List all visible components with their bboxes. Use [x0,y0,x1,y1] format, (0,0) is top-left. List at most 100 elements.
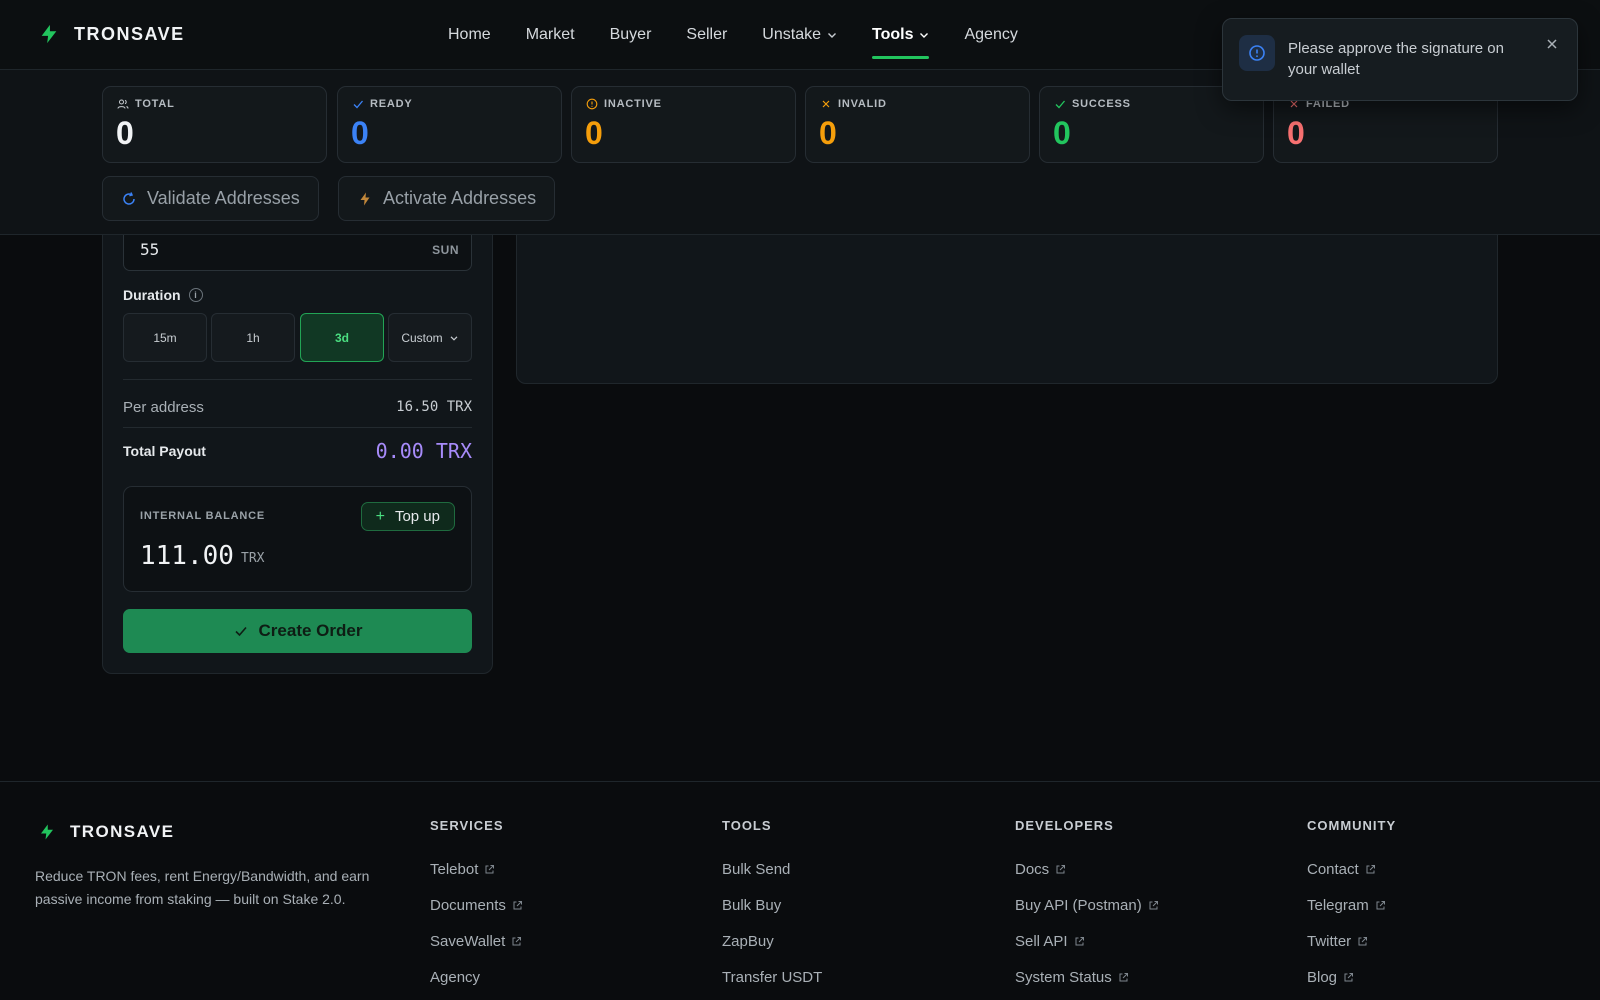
nav-label: Home [448,26,491,43]
nav-seller[interactable]: Seller [686,0,727,70]
bolt-icon [360,192,370,205]
x-icon [822,100,830,108]
external-link-icon [513,900,522,909]
activate-addresses-button[interactable]: Activate Addresses [338,176,556,221]
check-icon [1055,100,1065,109]
brand-logo[interactable]: TRONSAVE [38,22,185,46]
stat-label: INVALID [820,98,887,110]
footer-link-sell-api[interactable]: Sell API [1015,923,1159,959]
link-label: Transfer USDT [722,968,823,986]
nav-buyer[interactable]: Buyer [610,0,652,70]
external-link-icon [1344,972,1354,981]
footer-link-docs[interactable]: Docs [1015,851,1159,887]
external-link-icon [1075,936,1084,945]
link-label: Telebot [430,860,479,878]
footer-link-transfer-usdt[interactable]: Transfer USDT [722,959,822,995]
footer-link-documents[interactable]: Documents [430,887,523,923]
link-label: Bulk Send [722,860,791,878]
button-label: Top up [394,508,440,525]
link-label: Telegram [1307,896,1369,914]
link-label: Docs [1015,860,1050,878]
footer-link-contact[interactable]: Contact [1307,851,1396,887]
stat-label: READY [352,98,413,110]
link-label: Buy API (Postman) [1015,896,1142,914]
custom-label: Custom [401,330,443,345]
stat-label-text: SUCCESS [1072,98,1131,110]
stat-value: 0 [351,115,369,151]
nav-tools[interactable]: Tools [872,0,930,70]
footer-column-title: SERVICES [430,818,504,833]
footer-link-blog[interactable]: Blog [1307,959,1396,995]
footer-link-agency[interactable]: Agency [430,959,523,995]
footer-brand-logo[interactable]: TRONSAVE [38,822,174,842]
validate-addresses-button[interactable]: Validate Addresses [102,176,319,221]
nav-label: Agency [964,26,1018,43]
stat-label-text: TOTAL [135,98,175,110]
toast-message: Please approve the signature on your wal… [1288,40,1504,78]
stat-invalid: INVALID 0 [805,86,1030,163]
footer-column-tools: TOOLS Bulk Send Bulk Buy ZapBuy Transfer… [722,818,822,995]
stat-value: 0 [1053,115,1071,151]
balance-value: 111.00 [140,541,234,571]
external-link-icon [512,936,522,945]
footer-brand-name: TRONSAVE [70,822,175,841]
nav-agency[interactable]: Agency [964,0,1017,70]
internal-balance-card: INTERNAL BALANCE + Top up 111.00 TRX [123,486,472,592]
nav-market[interactable]: Market [526,0,575,70]
chevron-down-icon [450,335,458,341]
plus-icon: + [375,507,385,525]
link-label: SaveWallet [430,932,506,950]
external-link-icon [1149,900,1158,909]
duration-1h-button[interactable]: 1h [211,313,295,362]
stat-label-text: INVALID [838,98,887,110]
create-order-button[interactable]: Create Order [123,609,472,653]
external-link-icon [485,864,495,873]
nav-label: Market [525,26,575,43]
duration-label-text: Duration [123,287,181,303]
stat-label: INACTIVE [586,98,662,110]
close-icon[interactable] [1545,37,1559,51]
external-link-icon [1366,864,1375,873]
nav-home[interactable]: Home [448,0,491,70]
chevron-down-icon [828,33,836,38]
footer-column-services: SERVICES Telebot Documents SaveWallet Ag… [430,818,523,995]
nav-unstake[interactable]: Unstake [762,0,837,70]
stat-label-text: INACTIVE [604,98,662,110]
info-icon[interactable]: i [188,288,203,302]
stat-total: TOTAL 0 [102,86,327,163]
duration-3d-button[interactable]: 3d [300,313,384,362]
stat-inactive: INACTIVE 0 [571,86,796,163]
link-label: ZapBuy [722,932,774,950]
footer-link-zapbuy[interactable]: ZapBuy [722,923,822,959]
total-payout-label: Total Payout [123,443,206,459]
footer-link-system-status[interactable]: System Status [1015,959,1159,995]
link-label: System Status [1015,968,1112,986]
duration-15m-button[interactable]: 15m [123,313,207,362]
divider [123,379,472,380]
external-link-icon [1056,864,1066,873]
nav-label: Unstake [762,26,821,43]
footer-link-buy-api[interactable]: Buy API (Postman) [1015,887,1159,923]
footer-link-telebot[interactable]: Telebot [430,851,523,887]
external-link-icon [1358,936,1368,945]
stat-value: 0 [585,115,603,151]
balance-label: INTERNAL BALANCE [140,510,266,522]
per-address-label: Per address [123,399,204,416]
link-label: Sell API [1015,932,1068,950]
footer-link-twitter[interactable]: Twitter [1307,923,1396,959]
link-label: Bulk Buy [722,896,782,914]
footer-link-telegram[interactable]: Telegram [1307,887,1396,923]
per-address-value: 16.50 TRX [396,399,472,415]
bolt-icon [41,824,53,840]
footer-link-bulk-send[interactable]: Bulk Send [722,851,822,887]
stat-value: 0 [1287,115,1305,151]
footer-link-bulk-buy[interactable]: Bulk Buy [722,887,822,923]
footer-link-savewallet[interactable]: SaveWallet [430,923,523,959]
stat-ready: READY 0 [337,86,562,163]
total-payout-value: 0.00 TRX [375,439,472,463]
price-value: 55 [140,240,160,259]
stat-value: 0 [116,115,134,151]
duration-custom-select[interactable]: Custom [388,313,472,362]
footer-column-title: DEVELOPERS [1015,818,1114,833]
top-up-button[interactable]: + Top up [360,502,455,531]
